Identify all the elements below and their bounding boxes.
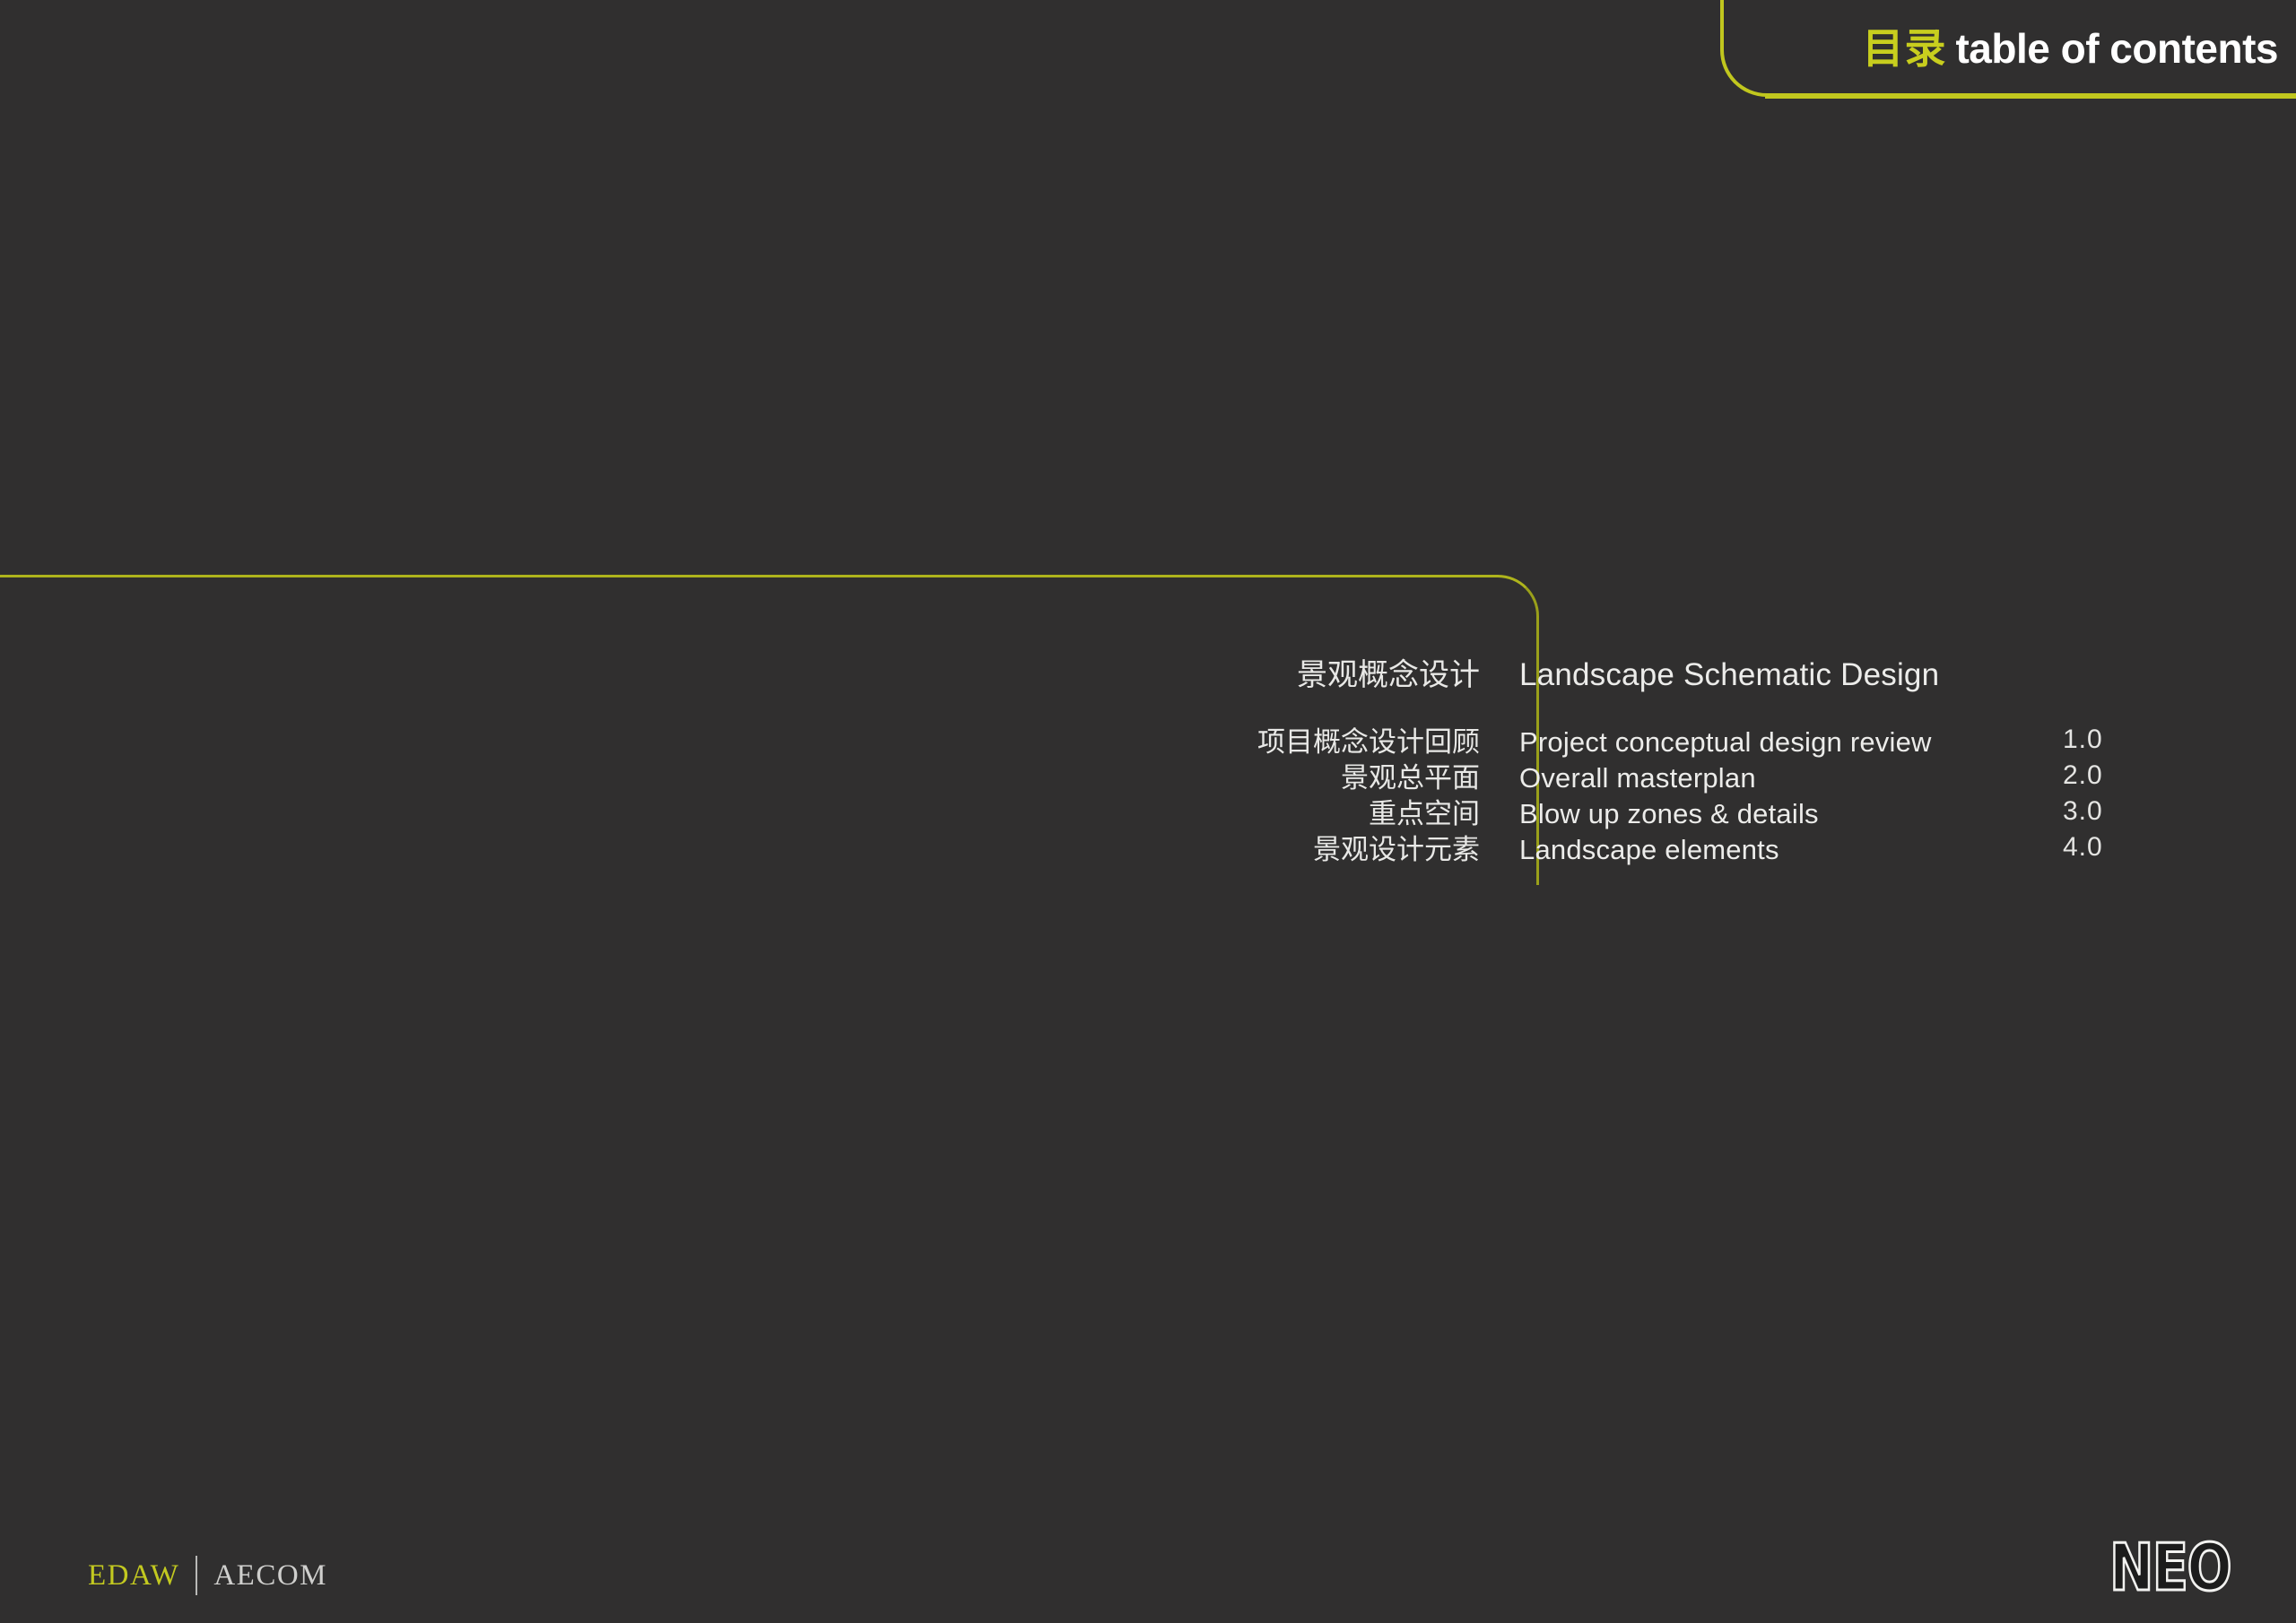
page-title-cjk: 目录 bbox=[1862, 24, 1947, 73]
toc-entry-cn: 景观总平面 bbox=[1341, 762, 1480, 794]
logo-divider bbox=[196, 1556, 198, 1595]
toc-entry[interactable]: 重点空间 Blow up zones & details 3.0 bbox=[1238, 796, 2251, 832]
neo-logo: NEO bbox=[2109, 1530, 2233, 1605]
toc-entry[interactable]: 景观设计元素 Landscape elements 4.0 bbox=[1238, 832, 2251, 868]
toc-entry-cn: 景观设计元素 bbox=[1313, 834, 1480, 866]
header-underline-rule bbox=[1765, 95, 2296, 99]
toc-section-heading: 景观概念设计 Landscape Schematic Design bbox=[1238, 655, 2251, 696]
aecom-wordmark: AECOM bbox=[213, 1558, 328, 1592]
toc-entry[interactable]: 项目概念设计回顾 Project conceptual design revie… bbox=[1238, 725, 2251, 760]
toc-entry-number: 2.0 bbox=[2063, 760, 2103, 790]
page-title: 目录 table of contents bbox=[1758, 16, 2278, 75]
toc-entry-cn: 重点空间 bbox=[1369, 798, 1480, 830]
toc-entry-en: Landscape elements bbox=[1519, 834, 1779, 865]
toc-entry-number: 3.0 bbox=[2063, 796, 2103, 826]
table-of-contents: 景观概念设计 Landscape Schematic Design 项目概念设计… bbox=[1238, 655, 2251, 868]
slide-canvas: 目录 table of contents 景观概念设计 Landscape Sch… bbox=[0, 0, 2296, 1623]
toc-section-heading-en: Landscape Schematic Design bbox=[1519, 657, 1940, 692]
toc-entry-number: 1.0 bbox=[2063, 725, 2103, 754]
page-title-en: table of contents bbox=[1955, 25, 2278, 72]
toc-entry-en: Blow up zones & details bbox=[1519, 798, 1819, 829]
toc-entry[interactable]: 景观总平面 Overall masterplan 2.0 bbox=[1238, 760, 2251, 796]
toc-section-heading-cn: 景观概念设计 bbox=[1297, 657, 1480, 693]
edaw-aecom-logo: EDAW AECOM bbox=[88, 1556, 327, 1595]
toc-entry-cn: 项目概念设计回顾 bbox=[1257, 726, 1480, 759]
edaw-wordmark: EDAW bbox=[88, 1558, 180, 1592]
toc-entry-en: Project conceptual design review bbox=[1519, 726, 1932, 758]
toc-entry-en: Overall masterplan bbox=[1519, 762, 1756, 794]
toc-entry-number: 4.0 bbox=[2063, 832, 2103, 862]
